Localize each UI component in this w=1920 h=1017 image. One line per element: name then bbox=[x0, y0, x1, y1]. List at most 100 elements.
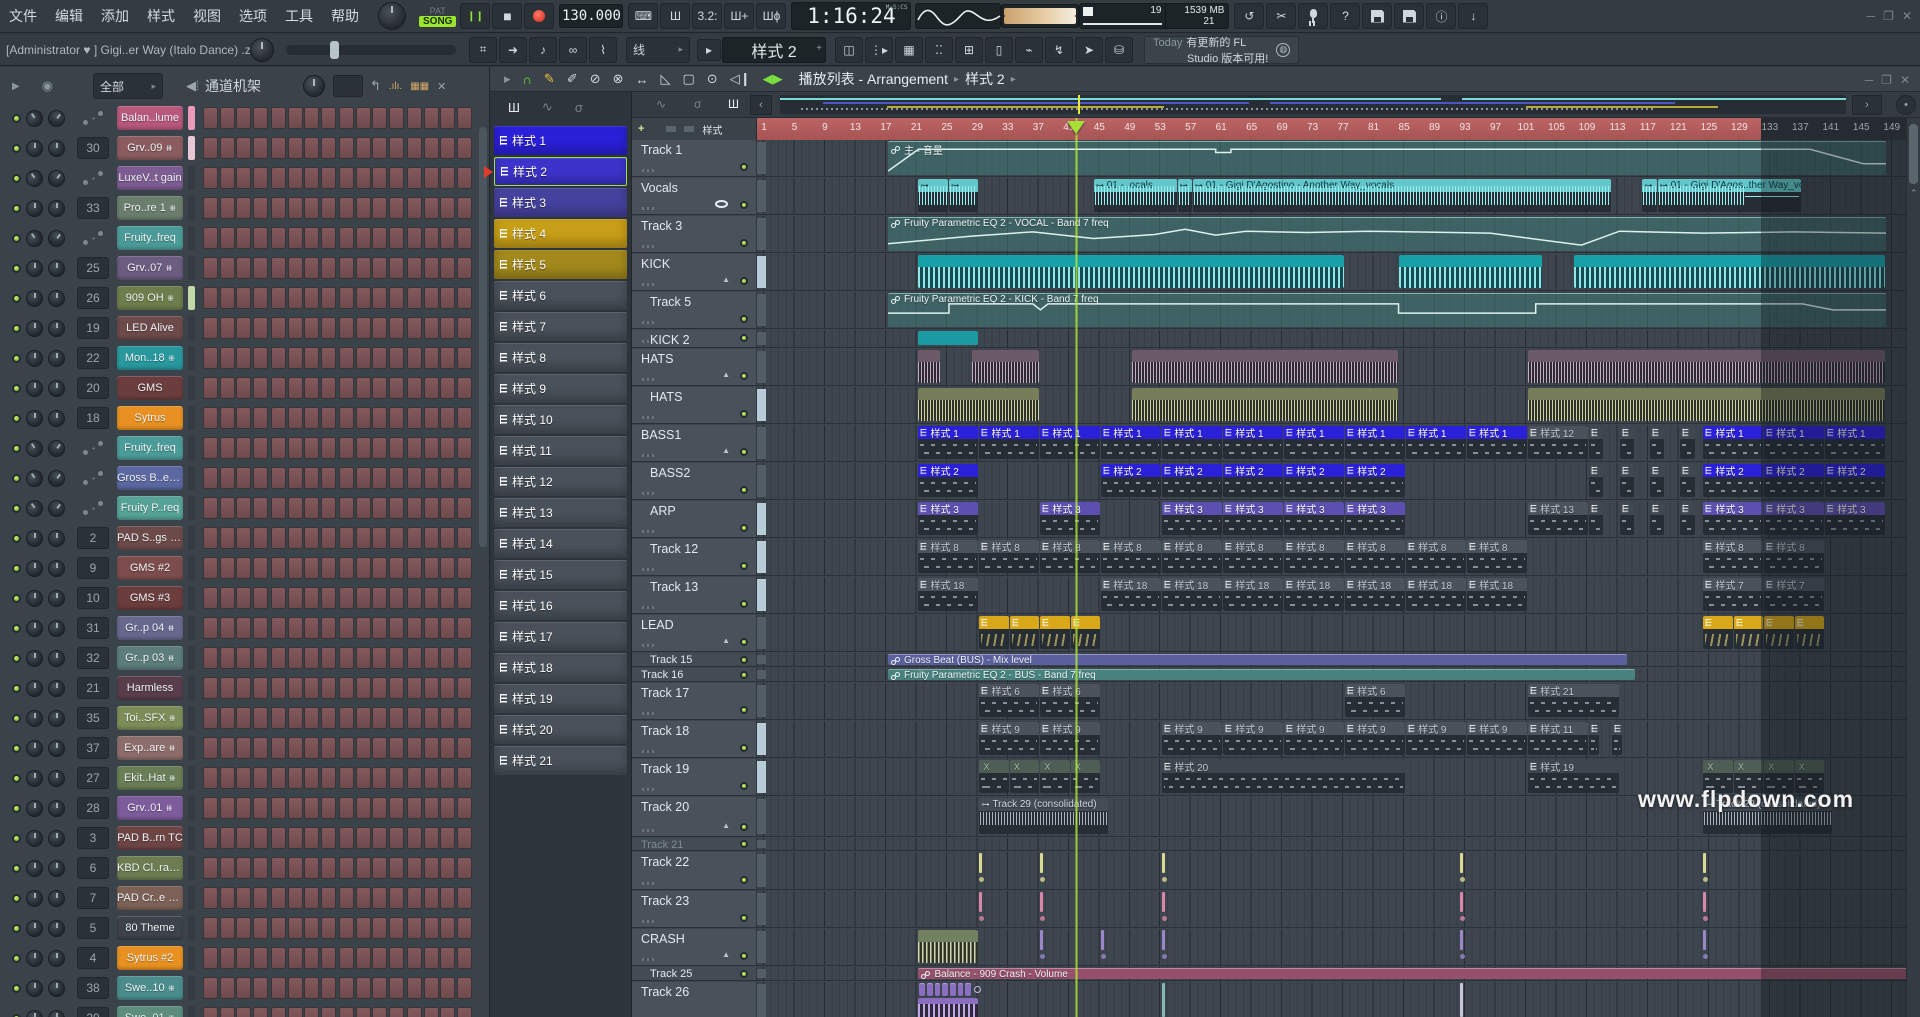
channelrack-icon[interactable]: ▦ bbox=[895, 37, 923, 63]
step-cell[interactable] bbox=[424, 167, 439, 189]
step-cell[interactable] bbox=[424, 1007, 439, 1017]
track-header-HATS[interactable]: HATS bbox=[632, 387, 757, 423]
step-cell[interactable] bbox=[440, 407, 455, 429]
step-cell[interactable] bbox=[457, 947, 472, 969]
step-cell[interactable] bbox=[271, 407, 286, 429]
step-cell[interactable] bbox=[407, 557, 422, 579]
slip-tool-icon[interactable]: ↔ bbox=[636, 72, 649, 87]
step-cell[interactable] bbox=[407, 137, 422, 159]
channel-pan-knob[interactable] bbox=[23, 106, 47, 130]
pattern-clip[interactable]: 样式 20 bbox=[1162, 760, 1405, 793]
step-cell[interactable] bbox=[271, 527, 286, 549]
channel-mute-led[interactable] bbox=[12, 114, 21, 123]
track-lane-Track 23[interactable] bbox=[757, 891, 1906, 927]
channel-volume-knob[interactable] bbox=[45, 496, 69, 520]
step-cell[interactable] bbox=[304, 557, 319, 579]
channel-mixer-number[interactable]: 3 bbox=[77, 827, 109, 849]
step-cell[interactable] bbox=[407, 227, 422, 249]
step-cell[interactable] bbox=[203, 617, 218, 639]
track-header-HATS[interactable]: HATS▲ bbox=[632, 349, 757, 385]
mini-clip[interactable] bbox=[1460, 983, 1463, 1017]
step-cell[interactable] bbox=[203, 137, 218, 159]
step-cell[interactable] bbox=[271, 227, 286, 249]
channel-button[interactable]: PAD Cr..e 80s bbox=[117, 886, 183, 910]
mini-clip[interactable] bbox=[1162, 983, 1165, 1017]
channel-mixer-number[interactable]: 20 bbox=[77, 377, 109, 399]
step-cell[interactable] bbox=[339, 857, 354, 879]
blend-notes-icon[interactable]: Ш+ bbox=[724, 3, 754, 29]
select-tool-icon[interactable]: ▢ bbox=[683, 71, 695, 87]
step-cell[interactable] bbox=[372, 227, 387, 249]
track-lane-Track 5[interactable]: Fruity Parametric EQ 2 - KICK - Band 7 f… bbox=[757, 292, 1906, 328]
step-cell[interactable] bbox=[424, 437, 439, 459]
step-cell[interactable] bbox=[203, 737, 218, 759]
track-header-CRASH[interactable]: CRASH▲ bbox=[632, 929, 757, 965]
track-lane-BASS2[interactable]: 样式 2样式 2样式 2样式 2样式 2样式 2样式 2样式 2样式 2 bbox=[757, 463, 1906, 499]
minimap-pattern-icon[interactable]: Ш bbox=[728, 97, 739, 111]
step-cell[interactable] bbox=[220, 497, 235, 519]
sample-clip[interactable] bbox=[918, 331, 978, 345]
step-cell[interactable] bbox=[253, 767, 268, 789]
pattern-clip[interactable]: 样式 9 bbox=[979, 722, 1039, 755]
step-cell[interactable] bbox=[304, 287, 319, 309]
step-cell[interactable] bbox=[457, 1007, 472, 1017]
step-cell[interactable] bbox=[271, 377, 286, 399]
step-cell[interactable] bbox=[304, 797, 319, 819]
channel-button[interactable]: Pro..re 1⧻ bbox=[117, 196, 183, 220]
step-cell[interactable] bbox=[440, 977, 455, 999]
track-header-ARP[interactable]: ARP bbox=[632, 501, 757, 537]
step-cell[interactable] bbox=[236, 887, 251, 909]
step-cell[interactable] bbox=[220, 197, 235, 219]
step-cell[interactable] bbox=[356, 647, 371, 669]
browser-icon[interactable]: ⊞ bbox=[955, 37, 983, 63]
step-cell[interactable] bbox=[203, 407, 218, 429]
step-cell[interactable] bbox=[372, 647, 387, 669]
step-cell[interactable] bbox=[203, 587, 218, 609]
step-cell[interactable] bbox=[424, 947, 439, 969]
step-cell[interactable] bbox=[253, 197, 268, 219]
step-cell[interactable] bbox=[236, 797, 251, 819]
step-cell[interactable] bbox=[220, 917, 235, 939]
channel-mixer-number[interactable]: 32 bbox=[77, 647, 109, 669]
step-jump-icon[interactable]: ➜ bbox=[499, 37, 527, 63]
wait-input-icon[interactable]: 3.2: bbox=[692, 3, 722, 29]
step-cell[interactable] bbox=[356, 227, 371, 249]
rack-close-icon[interactable]: ✕ bbox=[437, 80, 446, 93]
step-sequencer[interactable] bbox=[203, 737, 475, 759]
pattern-clip[interactable]: 样式 9 bbox=[1345, 722, 1405, 755]
channel-mixer-number[interactable]: 38 bbox=[77, 977, 109, 999]
step-cell[interactable] bbox=[356, 947, 371, 969]
step-cell[interactable] bbox=[203, 287, 218, 309]
step-cell[interactable] bbox=[372, 797, 387, 819]
step-sequencer[interactable] bbox=[203, 1007, 475, 1017]
step-cell[interactable] bbox=[220, 677, 235, 699]
step-cell[interactable] bbox=[304, 377, 319, 399]
step-cell[interactable] bbox=[440, 947, 455, 969]
step-cell[interactable] bbox=[253, 497, 268, 519]
rack-play-icon[interactable]: ▶ bbox=[12, 81, 20, 92]
pattern-item[interactable]: 样式 10 bbox=[494, 405, 627, 434]
step-cell[interactable] bbox=[236, 197, 251, 219]
pattern-clip[interactable]: 样式 1 bbox=[1703, 426, 1763, 459]
channel-button[interactable]: 909 OH⧻ bbox=[117, 286, 183, 310]
step-cell[interactable] bbox=[407, 587, 422, 609]
step-cell[interactable] bbox=[321, 347, 336, 369]
channel-button[interactable]: PAD S..gs MC bbox=[117, 526, 183, 550]
step-cell[interactable] bbox=[288, 617, 303, 639]
step-cell[interactable] bbox=[321, 527, 336, 549]
track-led[interactable] bbox=[740, 656, 748, 664]
step-cell[interactable] bbox=[253, 227, 268, 249]
channel-volume-knob[interactable] bbox=[48, 770, 65, 787]
channel-volume-knob[interactable] bbox=[45, 106, 69, 130]
step-cell[interactable] bbox=[321, 737, 336, 759]
channel-volume-knob[interactable] bbox=[48, 350, 65, 367]
step-cell[interactable] bbox=[457, 707, 472, 729]
step-sequencer[interactable] bbox=[203, 227, 475, 249]
step-cell[interactable] bbox=[356, 167, 371, 189]
song-pat-toggle[interactable]: PAT SONG bbox=[419, 6, 456, 27]
rack-target-box[interactable] bbox=[333, 75, 363, 97]
step-cell[interactable] bbox=[321, 797, 336, 819]
track-led[interactable] bbox=[740, 638, 748, 646]
track-led[interactable] bbox=[740, 840, 748, 848]
mini-pattern-block[interactable] bbox=[942, 983, 948, 996]
